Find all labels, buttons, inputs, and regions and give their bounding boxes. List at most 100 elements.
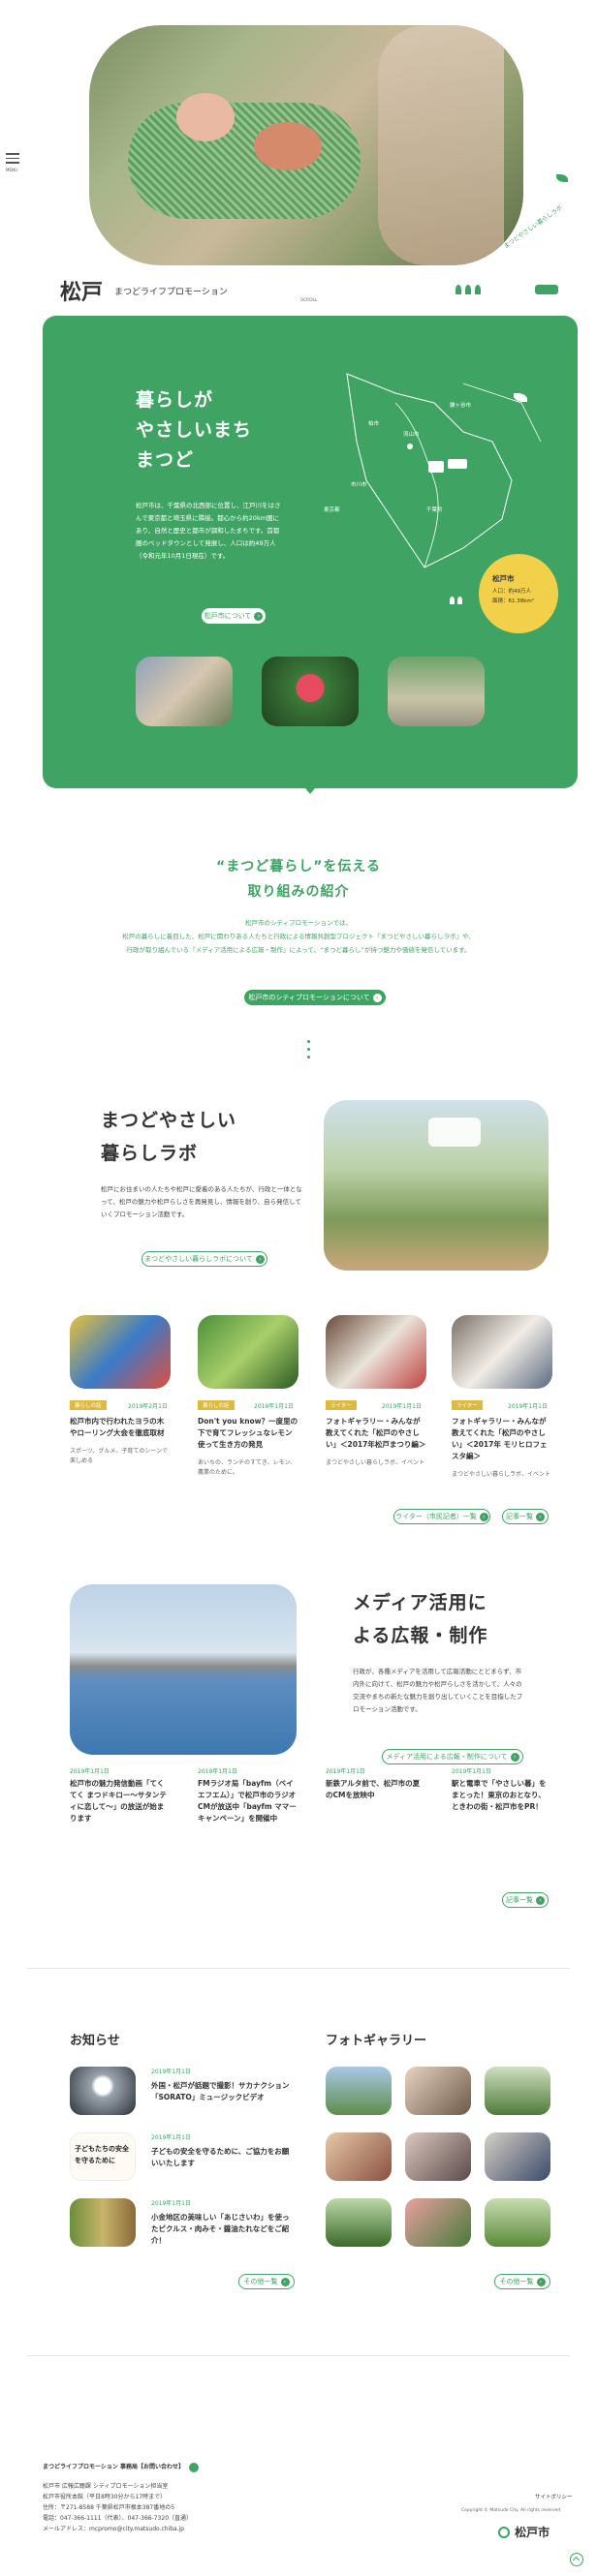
- notice-date: 2019年1月1日: [151, 2134, 191, 2141]
- train-icon: [448, 459, 467, 469]
- about-more-button[interactable]: 松戸市について ›: [202, 608, 266, 624]
- bird-icon: [556, 174, 568, 182]
- media-title-line: メディア活用に: [353, 1592, 487, 1613]
- about-title-line: 暮らしが: [136, 389, 214, 411]
- site-subtitle: まつどライフプロモーション: [114, 288, 228, 297]
- notice-item-title[interactable]: 子どもの安全を守るために、ご協力をお願いいたします: [151, 2146, 295, 2169]
- footer-org: まつどライフプロモーション 事務局【お問い合わせ】: [43, 2462, 200, 2472]
- lab-card-date: 2019年1月1日: [254, 1403, 294, 1410]
- media-list-button[interactable]: 記事一覧 ›: [502, 1892, 549, 1908]
- gallery-photo[interactable]: [405, 2067, 471, 2115]
- about-title: 暮らしが やさしいまち まつど: [136, 385, 252, 475]
- lab-card-image[interactable]: [198, 1315, 298, 1389]
- notice-date: 2019年1月1日: [151, 2200, 191, 2207]
- arrow-right-icon: ›: [254, 611, 264, 621]
- site-logo[interactable]: 松戸: [60, 275, 103, 306]
- gallery-photo[interactable]: [485, 2067, 550, 2115]
- arrow-right-icon: ›: [479, 1512, 488, 1521]
- lab-card-tag: 暮らしの話: [70, 1400, 107, 1410]
- notice-thumb-text: 子どもたちの安全を守るために: [75, 2145, 129, 2164]
- lab-card-image[interactable]: [70, 1315, 171, 1389]
- gallery-photo[interactable]: [485, 2198, 550, 2247]
- lab-card-desc: まつどやさしい暮らしラボ、イベント: [326, 1459, 425, 1466]
- lab-card-image[interactable]: [326, 1315, 426, 1389]
- train-icon: [535, 285, 558, 294]
- lab-list-button[interactable]: 記事一覧 ›: [502, 1509, 549, 1524]
- footer-logo-text: 松戸市: [515, 2526, 550, 2539]
- media-news-title[interactable]: 駅と電車で「やさしい暮」をまとった！東京のおとなり、ときわの街・松戸市をPR！: [452, 1778, 552, 1813]
- arrow-right-icon: ›: [536, 1512, 545, 1521]
- notice-thumb[interactable]: 子どもたちの安全を守るために: [70, 2132, 136, 2181]
- media-news-date: 2019年1月1日: [452, 1768, 491, 1775]
- footer-line: 住所：〒271-8588 千葉県松戸市根本387番地の5: [43, 2504, 175, 2511]
- gallery-photo[interactable]: [405, 2132, 471, 2181]
- lab-card-title[interactable]: フォトギャラリー・みんなが教えてくれた「松戸のやさしい」＜2017年松戸まつり編…: [326, 1416, 426, 1451]
- about-title-line: やさしいまち: [136, 419, 253, 441]
- map-label: 市川市: [351, 482, 367, 488]
- media-news-date: 2019年1月1日: [70, 1768, 110, 1775]
- media-more-button[interactable]: メディア活用による広報・制作について ›: [382, 1749, 523, 1764]
- map-label: 東京都: [324, 507, 340, 513]
- notice-thumb[interactable]: [70, 2067, 136, 2115]
- tree-icon: [465, 285, 471, 294]
- menu-button[interactable]: MENU: [6, 153, 21, 174]
- notice-list-button[interactable]: その他一覧 ›: [238, 2274, 295, 2289]
- gallery-photo[interactable]: [326, 2132, 392, 2181]
- about-title-line: まつど: [136, 449, 195, 471]
- lab-card-date: 2019年1月1日: [508, 1403, 548, 1410]
- notice-date: 2019年1月1日: [151, 2069, 191, 2075]
- info-population: 人口：約49万人: [492, 589, 531, 595]
- arrow-right-icon: ›: [372, 993, 382, 1002]
- gallery-photo[interactable]: [326, 2198, 392, 2247]
- tree-icon: [456, 285, 461, 294]
- footer-logo[interactable]: 松戸市: [498, 2522, 550, 2540]
- tree-icon: [450, 597, 455, 604]
- about-section: 暮らしが やさしいまち まつど 松戸市は、千葉県の北西部に位置し、江戸川をはさん…: [43, 316, 578, 788]
- gallery-list-button[interactable]: その他一覧 ›: [494, 2274, 550, 2289]
- lab-card-date: 2019年1月1日: [382, 1403, 422, 1410]
- lab-more-button[interactable]: まつどやさしい暮らしラボについて ›: [141, 1251, 267, 1267]
- lab-group-photo: [324, 1100, 549, 1271]
- media-news-title[interactable]: 新鉄アルタ前で、松戸市の夏のCMを放映中: [326, 1778, 426, 1801]
- dots-divider: [307, 1040, 310, 1058]
- arrow-right-icon: ›: [536, 1895, 545, 1905]
- gallery-photo[interactable]: [326, 2067, 392, 2115]
- page-top-button[interactable]: [570, 2553, 583, 2566]
- lab-card-tag: ライター: [326, 1400, 357, 1410]
- about-photo-street: [388, 657, 485, 726]
- site-policy-link[interactable]: サイトポリシー: [535, 2493, 573, 2500]
- scroll-label: SCROLL: [300, 298, 318, 303]
- lab-card-title[interactable]: フォトギャラリー・みんなが教えてくれた「松戸のやさしい」＜2017年 モリヒロフ…: [452, 1416, 552, 1462]
- lab-card-title[interactable]: 松戸市内で行われたヨラの木やローリング大会を徹底取材: [70, 1416, 171, 1439]
- writer-list-button[interactable]: ライター（市民記者）一覧 ›: [393, 1509, 490, 1524]
- gallery-photo[interactable]: [485, 2132, 550, 2181]
- about-photo-family: [136, 657, 233, 726]
- media-news-title[interactable]: 松戸市の魅力発信動画「てくてく まつドキロー〜サタンティに恋して〜」の放送が始ま…: [70, 1778, 171, 1825]
- city-emblem-icon: [498, 2526, 510, 2538]
- about-photo-flower: [262, 657, 359, 726]
- section-divider: [27, 1968, 570, 1969]
- section-notch: [300, 782, 320, 794]
- mail-icon[interactable]: [189, 2462, 200, 2472]
- lab-title-line: まつどやさしい: [101, 1110, 237, 1131]
- lab-card-image[interactable]: [452, 1315, 552, 1389]
- footer-line: 松戸市役所本館（平日8時30分から17時まで）: [43, 2494, 167, 2500]
- media-news-title[interactable]: FMラジオ局「bayfm（ベイエフエム）」で松戸市のラジオCMが放送中「bayf…: [198, 1778, 298, 1825]
- notice-item-title[interactable]: 小金地区の美味しい「あじさいわ」を使ったピクルス・肉みそ・醤油たれなどをご紹介！: [151, 2212, 295, 2247]
- hamburger-icon: [6, 153, 19, 164]
- section-divider: [27, 2355, 570, 2356]
- lab-title-line: 暮らしラボ: [101, 1143, 199, 1164]
- lab-card-title[interactable]: Don't you know？一度里の下で育てフレッシュなレモン使って生き方の発…: [198, 1416, 298, 1451]
- about-body: 松戸市は、千葉県の北西部に位置し、江戸川をはさんで東京都と埼玉県に隣接。都心から…: [136, 502, 281, 560]
- footer-line: 松戸市 広報広聴課 シティプロモーション担当室: [43, 2483, 169, 2490]
- notice-title: お知らせ: [70, 2034, 120, 2048]
- info-badge: 松戸市 人口：約49万人 面積：61.38km²: [479, 554, 558, 633]
- copyright: Copyright © Matsudo City. All rights res…: [461, 2508, 562, 2513]
- menu-label: MENU: [6, 167, 17, 172]
- gallery-photo[interactable]: [405, 2198, 471, 2247]
- intro-button[interactable]: 松戸市のシティプロモーションについて ›: [244, 990, 386, 1005]
- map-label: 柏市: [368, 421, 380, 427]
- notice-item-title[interactable]: 外国・松戸が話題で撮影！サカナクション「SORATO」ミュージックビデオ: [151, 2080, 295, 2103]
- notice-thumb[interactable]: [70, 2198, 136, 2247]
- tree-icon: [475, 285, 481, 294]
